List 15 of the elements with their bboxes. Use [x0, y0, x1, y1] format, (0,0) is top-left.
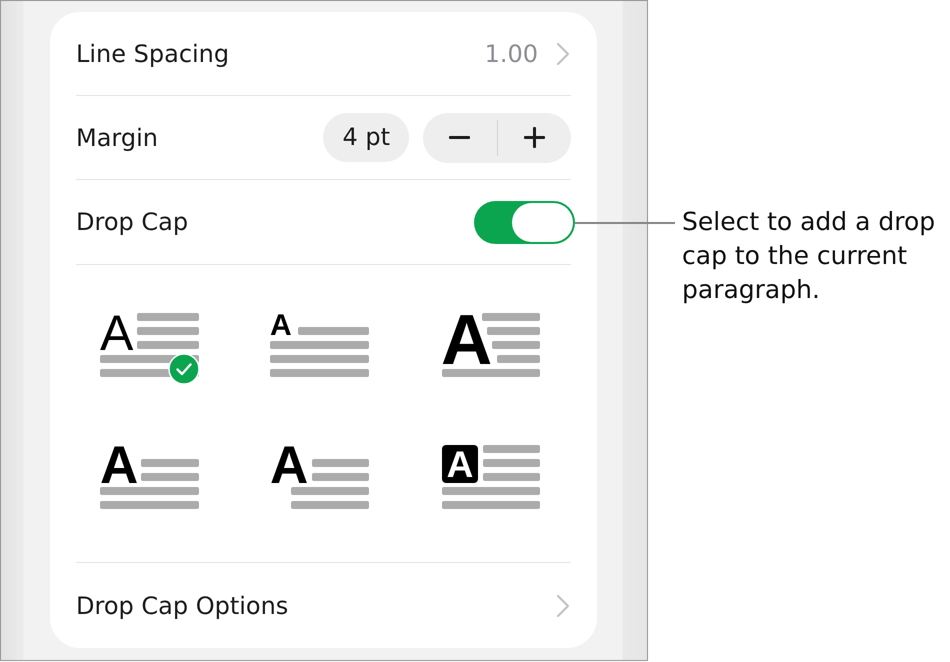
- callout-text: Select to add a drop cap to the current paragraph.: [682, 206, 936, 306]
- drop-cap-style-button[interactable]: A: [440, 431, 540, 517]
- margin-label: Margin: [76, 122, 158, 152]
- line-spacing-value: 1.00: [484, 38, 538, 68]
- drop-cap-label: Drop Cap: [76, 207, 188, 237]
- minus-icon: [449, 136, 470, 139]
- margin-value-field[interactable]: 4 pt: [323, 113, 409, 162]
- plus-icon: [524, 127, 545, 148]
- checkmark-icon: [168, 353, 200, 385]
- line-spacing-label: Line Spacing: [76, 38, 230, 68]
- chevron-icon[interactable]: [556, 594, 570, 618]
- drop-cap-options-label: Drop Cap Options: [76, 590, 288, 620]
- drop-cap-style-button[interactable]: A: [270, 299, 370, 385]
- chevron-icon[interactable]: [556, 42, 570, 66]
- toggle-switch[interactable]: [474, 200, 575, 244]
